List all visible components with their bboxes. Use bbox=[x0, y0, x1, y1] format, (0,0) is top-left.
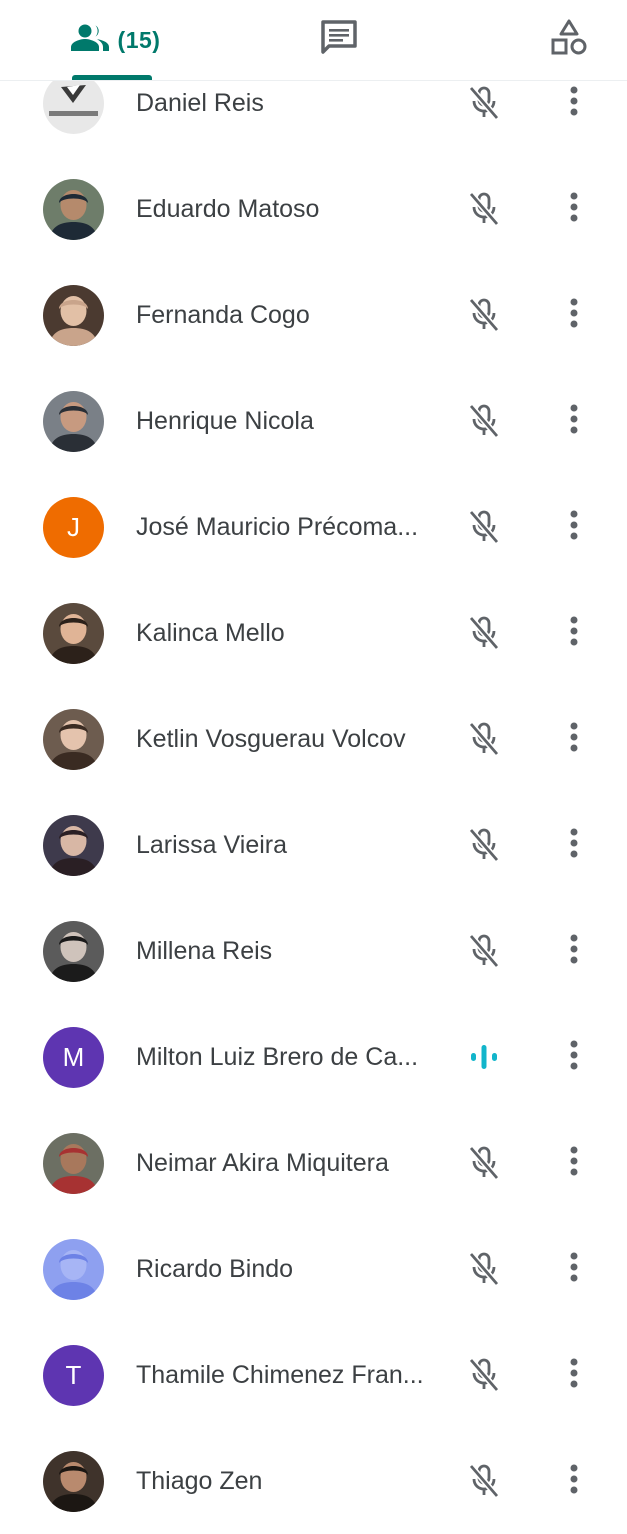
participant-name: Larissa Vieira bbox=[136, 831, 288, 859]
participant-name: Kalinca Mello bbox=[136, 619, 285, 647]
mic-off-icon bbox=[464, 189, 504, 229]
mic-off-icon bbox=[464, 83, 504, 123]
avatar bbox=[43, 73, 104, 134]
participant-name: Daniel Reis bbox=[136, 89, 264, 117]
more-options-button[interactable] bbox=[556, 1355, 592, 1395]
more-options-button[interactable] bbox=[556, 719, 592, 759]
more-vert-icon bbox=[569, 84, 579, 123]
mic-off-icon bbox=[464, 613, 504, 653]
participant-row: Millena Reis bbox=[0, 898, 627, 1004]
avatar: T bbox=[43, 1345, 104, 1406]
mic-off-icon bbox=[464, 295, 504, 335]
participant-row: Kalinca Mello bbox=[0, 580, 627, 686]
avatar-initial: J bbox=[67, 512, 80, 542]
avatar bbox=[43, 1133, 104, 1194]
participant-row: Henrique Nicola bbox=[0, 368, 627, 474]
mic-off-icon bbox=[464, 401, 504, 441]
more-vert-icon bbox=[569, 1038, 579, 1077]
participant-name: Thiago Zen bbox=[136, 1467, 263, 1495]
avatar bbox=[43, 709, 104, 770]
participant-row: T Thamile Chimenez Fran... bbox=[0, 1322, 627, 1428]
participant-name: Eduardo Matoso bbox=[136, 195, 320, 223]
mic-off-icon bbox=[464, 825, 504, 865]
participant-name: José Mauricio Précoma... bbox=[136, 513, 419, 541]
participant-row: J José Mauricio Précoma... bbox=[0, 474, 627, 580]
avatar bbox=[43, 285, 104, 346]
avatar bbox=[43, 1451, 104, 1512]
participant-name: Ketlin Vosguerau Volcov bbox=[136, 725, 406, 753]
participant-row: Eduardo Matoso bbox=[0, 156, 627, 262]
more-vert-icon bbox=[569, 190, 579, 229]
more-options-button[interactable] bbox=[556, 1143, 592, 1183]
mic-off-icon bbox=[464, 1143, 504, 1183]
avatar bbox=[43, 921, 104, 982]
more-options-button[interactable] bbox=[556, 295, 592, 335]
mic-off-icon bbox=[464, 1249, 504, 1289]
participant-name: Henrique Nicola bbox=[136, 407, 314, 435]
tab-activities[interactable] bbox=[530, 0, 608, 80]
participant-row: Ketlin Vosguerau Volcov bbox=[0, 686, 627, 792]
more-vert-icon bbox=[569, 1250, 579, 1289]
participant-row: Ricardo Bindo bbox=[0, 1216, 627, 1322]
participant-name: Millena Reis bbox=[136, 937, 273, 965]
tab-bar: (15) bbox=[0, 0, 627, 81]
participant-row: Neimar Akira Miquitera bbox=[0, 1110, 627, 1216]
avatar bbox=[43, 815, 104, 876]
avatar bbox=[43, 1239, 104, 1300]
participant-row: Larissa Vieira bbox=[0, 792, 627, 898]
more-vert-icon bbox=[569, 720, 579, 759]
participant-count: (15) bbox=[117, 26, 161, 53]
more-options-button[interactable] bbox=[556, 1249, 592, 1289]
participant-list: Daniel Reis Eduardo Matoso Fernanda Cogo He… bbox=[0, 50, 627, 1534]
participant-name: Fernanda Cogo bbox=[136, 301, 310, 329]
participant-name: Neimar Akira Miquitera bbox=[136, 1149, 389, 1177]
more-options-button[interactable] bbox=[556, 83, 592, 123]
avatar bbox=[43, 603, 104, 664]
more-vert-icon bbox=[569, 402, 579, 441]
more-vert-icon bbox=[569, 826, 579, 865]
participant-row: M Milton Luiz Brero de Ca... bbox=[0, 1004, 627, 1110]
more-options-button[interactable] bbox=[556, 1037, 592, 1077]
participant-row: Thiago Zen bbox=[0, 1428, 627, 1534]
more-options-button[interactable] bbox=[556, 401, 592, 441]
more-options-button[interactable] bbox=[556, 507, 592, 547]
mic-off-icon bbox=[464, 507, 504, 547]
avatar-initial: M bbox=[62, 1042, 85, 1072]
chat-icon bbox=[319, 18, 359, 63]
more-options-button[interactable] bbox=[556, 613, 592, 653]
more-vert-icon bbox=[569, 1356, 579, 1395]
mic-off-icon bbox=[464, 1461, 504, 1501]
more-vert-icon bbox=[569, 1144, 579, 1183]
more-vert-icon bbox=[569, 508, 579, 547]
people-icon bbox=[68, 23, 112, 58]
mic-off-icon bbox=[464, 931, 504, 971]
more-options-button[interactable] bbox=[556, 1461, 592, 1501]
participant-name: Thamile Chimenez Fran... bbox=[136, 1361, 424, 1389]
more-options-button[interactable] bbox=[556, 189, 592, 229]
mic-off-icon bbox=[464, 719, 504, 759]
more-vert-icon bbox=[569, 1462, 579, 1501]
speaking-indicator-icon bbox=[464, 1037, 504, 1077]
avatar bbox=[43, 179, 104, 240]
more-vert-icon bbox=[569, 296, 579, 335]
avatar-initial: T bbox=[65, 1360, 82, 1390]
active-tab-indicator bbox=[72, 75, 152, 80]
shapes-icon bbox=[549, 18, 589, 63]
more-vert-icon bbox=[569, 614, 579, 653]
avatar bbox=[43, 391, 104, 452]
more-options-button[interactable] bbox=[556, 931, 592, 971]
more-vert-icon bbox=[569, 932, 579, 971]
mic-off-icon bbox=[464, 1355, 504, 1395]
more-options-button[interactable] bbox=[556, 825, 592, 865]
participant-name: Milton Luiz Brero de Ca... bbox=[136, 1043, 419, 1071]
tab-people[interactable]: (15) bbox=[52, 0, 176, 80]
participant-name: Ricardo Bindo bbox=[136, 1255, 294, 1283]
tab-chat[interactable] bbox=[300, 0, 378, 80]
participant-row: Fernanda Cogo bbox=[0, 262, 627, 368]
avatar: J bbox=[43, 497, 104, 558]
avatar: M bbox=[43, 1027, 104, 1088]
